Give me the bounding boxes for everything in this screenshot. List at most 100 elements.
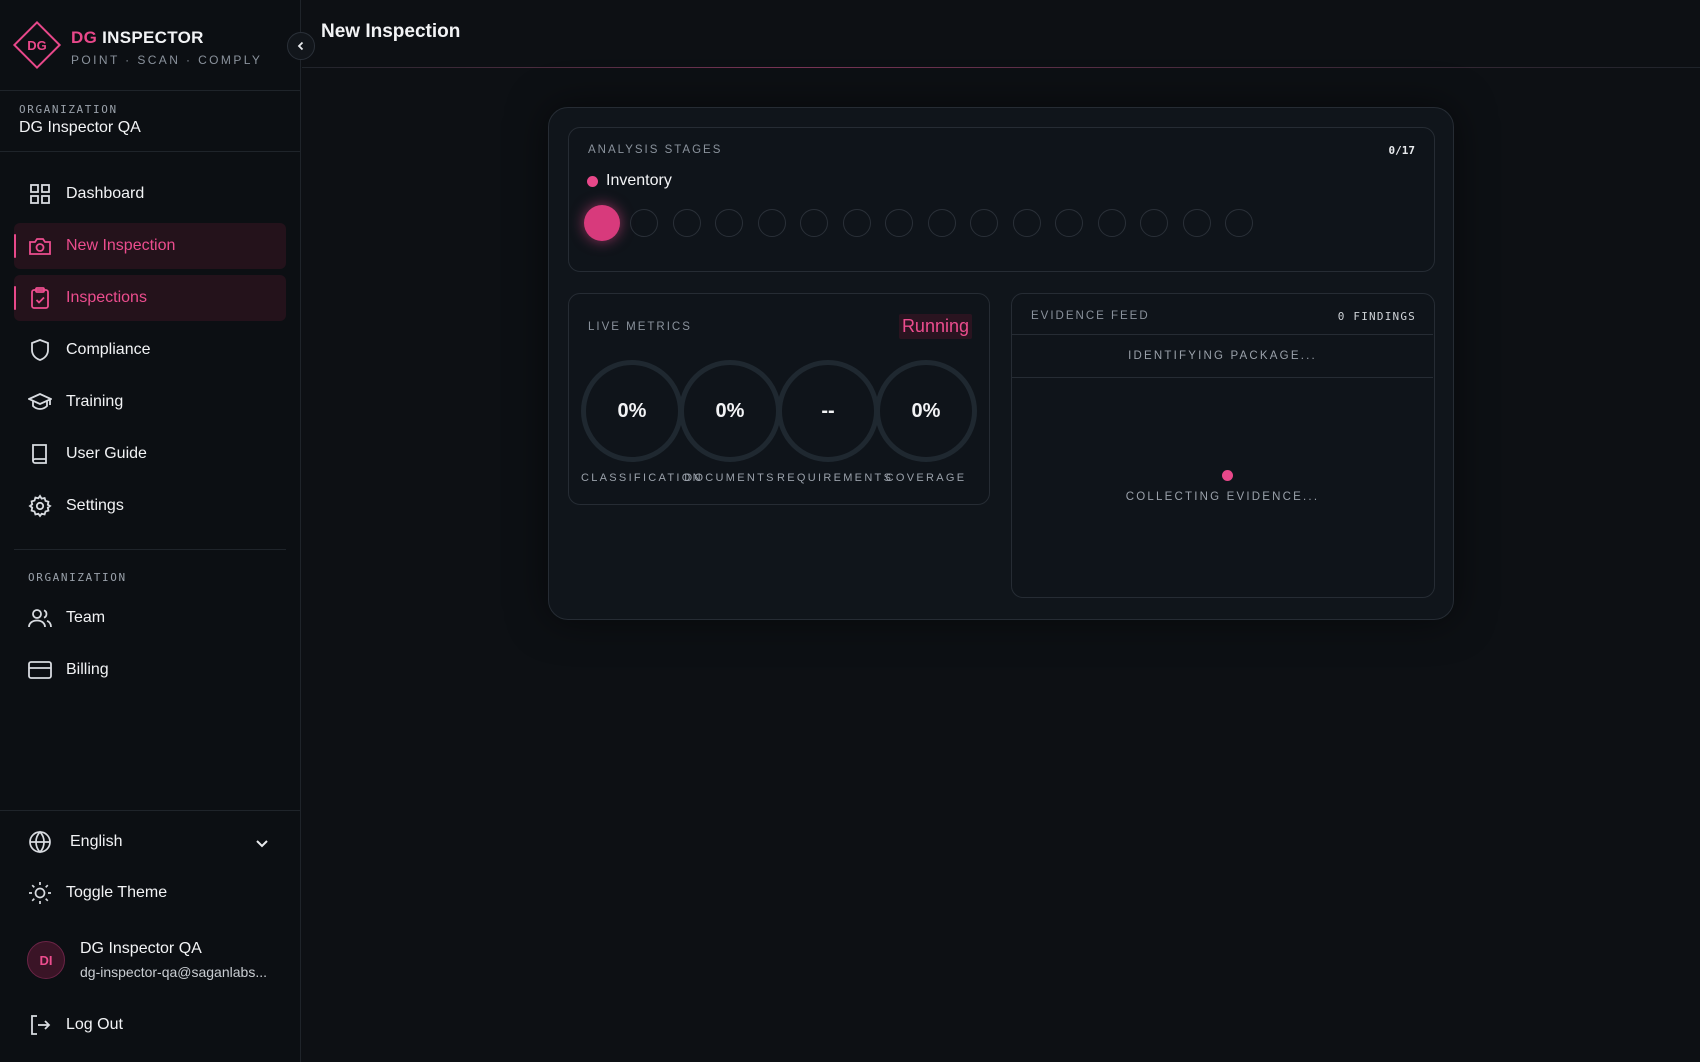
globe-icon: [28, 830, 52, 854]
stage-dot: [1013, 209, 1041, 237]
brand-tagline: POINT · SCAN · COMPLY: [71, 53, 263, 67]
user-email: dg-inspector-qa@saganlabs...: [80, 964, 267, 980]
divider: [0, 151, 301, 152]
graduation-cap-icon: [28, 390, 52, 414]
grid-icon: [28, 182, 52, 206]
shield-icon: [28, 338, 52, 362]
sidebar-item-compliance[interactable]: Compliance: [14, 327, 286, 373]
language-label: English: [70, 833, 123, 850]
findings-count: 0 FINDINGS: [1337, 310, 1416, 323]
user-name: DG Inspector QA: [80, 940, 202, 957]
sidebar-item-user-guide[interactable]: User Guide: [14, 431, 286, 477]
book-icon: [28, 442, 52, 466]
page-title: New Inspection: [321, 21, 461, 42]
current-stage-label: Inventory: [606, 172, 672, 189]
stage-dot: [800, 209, 828, 237]
sidebar-item-billing[interactable]: Billing: [14, 647, 286, 693]
sidebar-item-label: Dashboard: [66, 185, 145, 202]
divider: [0, 90, 301, 91]
org-label: ORGANIZATION: [19, 103, 118, 116]
stage-dot: [1140, 209, 1168, 237]
credit-card-icon: [28, 658, 52, 682]
sidebar-item-dashboard[interactable]: Dashboard: [14, 171, 286, 217]
stage-dot: [584, 205, 620, 241]
classification-gauge: 0%: [581, 360, 683, 462]
gauge-label: REQUIREMENTS: [777, 472, 894, 484]
sidebar-item-label: Billing: [66, 661, 109, 678]
logout-icon: [28, 1013, 52, 1037]
logo-text: DG: [27, 38, 47, 53]
brand-prefix: DG: [71, 28, 98, 47]
stage-dot: [673, 209, 701, 237]
stage-dot: [1098, 209, 1126, 237]
org-name: DG Inspector QA: [19, 119, 141, 136]
stage-dot: [1225, 209, 1253, 237]
logout-button[interactable]: Log Out: [28, 1013, 123, 1037]
sidebar-item-label: User Guide: [66, 445, 147, 462]
gauge-value: 0%: [617, 399, 647, 422]
gauge-value: 0%: [715, 399, 745, 422]
stage-status-dot: [587, 175, 598, 187]
topbar-accent-line: [302, 67, 1700, 68]
stage-dot: [843, 209, 871, 237]
divider: [0, 810, 301, 811]
topbar: [302, 0, 1700, 68]
language-select[interactable]: English: [28, 830, 122, 854]
toggle-theme-button[interactable]: Toggle Theme: [28, 881, 167, 905]
analysis-stages-title: ANALYSIS STAGES: [588, 144, 723, 156]
clipboard-check-icon: [28, 286, 52, 310]
sun-icon: [28, 881, 52, 905]
logout-label: Log Out: [66, 1016, 123, 1033]
sidebar-item-label: Inspections: [66, 289, 147, 306]
sidebar-item-new-inspection[interactable]: New Inspection: [14, 223, 286, 269]
sidebar-item-label: Settings: [66, 497, 124, 514]
evidence-feed-title: EVIDENCE FEED: [1031, 310, 1150, 322]
sidebar-item-label: New Inspection: [66, 237, 176, 254]
coverage-gauge: 0%: [875, 360, 977, 462]
camera-icon: [28, 234, 52, 258]
stage-count: 0/17: [1388, 144, 1416, 157]
sidebar: DG DG INSPECTOR POINT · SCAN · COMPLY OR…: [0, 0, 301, 1062]
live-metrics-title: LIVE METRICS: [588, 321, 692, 333]
users-icon: [28, 606, 52, 630]
feed-status: IDENTIFYING PACKAGE...: [1012, 334, 1433, 378]
section-label: ORGANIZATION: [28, 571, 127, 584]
gauge-value: --: [821, 399, 835, 422]
chevron-down-icon[interactable]: [254, 835, 270, 856]
brand-name: DG INSPECTOR: [71, 28, 204, 48]
loading-dot: [1222, 470, 1233, 481]
analysis-stages-card: ANALYSIS STAGES 0/17 Inventory: [568, 127, 1435, 272]
gear-icon: [28, 494, 52, 518]
gauge-label: COVERAGE: [885, 472, 967, 484]
stage-dot: [1055, 209, 1083, 237]
stage-dot: [1183, 209, 1211, 237]
collapse-sidebar-button[interactable]: [287, 32, 315, 60]
gauge-label: DOCUMENTS: [684, 472, 776, 484]
current-stage: Inventory: [587, 172, 672, 190]
evidence-feed-card: EVIDENCE FEED 0 FINDINGS IDENTIFYING PAC…: [1011, 293, 1435, 598]
stage-dot: [715, 209, 743, 237]
logo-diamond-icon: DG: [12, 20, 62, 70]
stage-dot: [885, 209, 913, 237]
stage-dot: [928, 209, 956, 237]
toggle-theme-label: Toggle Theme: [66, 884, 168, 901]
inspection-panel: ANALYSIS STAGES 0/17 Inventory LIVE METR…: [548, 107, 1454, 620]
avatar[interactable]: DI: [27, 941, 65, 979]
stage-dot: [630, 209, 658, 237]
gauge-value: 0%: [911, 399, 941, 422]
gauge-label: CLASSIFICATION: [581, 472, 703, 484]
chevron-left-icon: [297, 41, 304, 51]
sidebar-item-label: Team: [66, 609, 106, 626]
sidebar-item-label: Training: [66, 393, 124, 410]
stage-dot: [970, 209, 998, 237]
documents-gauge: 0%: [679, 360, 781, 462]
sidebar-item-inspections[interactable]: Inspections: [14, 275, 286, 321]
live-metrics-card: LIVE METRICS Running 0% CLASSIFICATION 0…: [568, 293, 990, 505]
feed-empty-state: COLLECTING EVIDENCE...: [1125, 491, 1320, 503]
sidebar-item-training[interactable]: Training: [14, 379, 286, 425]
status-badge: Running: [898, 314, 972, 339]
divider: [14, 549, 286, 550]
sidebar-item-settings[interactable]: Settings: [14, 483, 286, 529]
brand[interactable]: DG DG INSPECTOR POINT · SCAN · COMPLY: [10, 18, 290, 72]
sidebar-item-team[interactable]: Team: [14, 595, 286, 641]
